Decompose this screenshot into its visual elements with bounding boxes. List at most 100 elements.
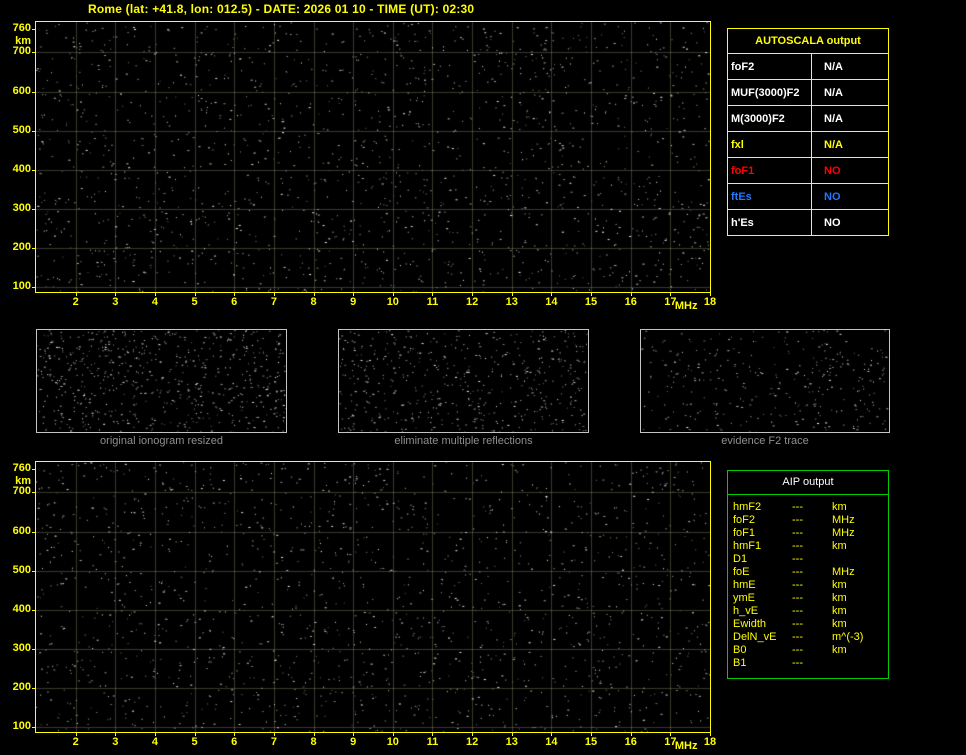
x-axis-tick — [154, 733, 156, 736]
x-axis-label: 15 — [584, 736, 598, 748]
x-axis-tick — [392, 293, 394, 296]
aip-row: foE --- MHz — [728, 566, 888, 579]
x-axis-tick — [551, 293, 553, 296]
x-axis-label: 8 — [310, 296, 317, 308]
thumbnail-original-ionogram — [36, 329, 287, 433]
aip-value: --- — [792, 514, 803, 526]
x-axis-label: 7 — [270, 736, 277, 748]
x-axis-tick — [313, 293, 315, 296]
param-cell: foF1 — [727, 157, 812, 184]
param-cell: M(3000)F2 — [727, 105, 812, 132]
x-axis-label: 18 — [703, 736, 717, 748]
x-axis-tick — [670, 293, 672, 296]
y-axis-label: 400 — [12, 602, 31, 615]
x-axis-label: 15 — [584, 296, 598, 308]
x-axis-tick — [710, 293, 711, 296]
x-axis-label: 5 — [191, 736, 198, 748]
aip-unit: km — [832, 644, 847, 656]
aip-param: foF2 — [733, 514, 756, 526]
aip-table-header: AIP output — [728, 471, 888, 495]
value-cell: NO — [811, 157, 889, 184]
x-axis-tick — [591, 293, 593, 296]
value-cell: N/A — [811, 131, 889, 158]
thumbnail-caption-original: original ionogram resized — [100, 435, 223, 447]
value-cell: N/A — [811, 53, 889, 80]
x-axis-tick — [273, 293, 275, 296]
aip-param: D1 — [733, 553, 748, 565]
x-axis-label: 11 — [426, 736, 439, 748]
aip-unit: km — [832, 579, 847, 591]
x-axis-tick — [313, 733, 315, 736]
x-axis-tick — [75, 733, 77, 736]
aip-unit — [832, 657, 888, 670]
y-axis-tick — [32, 727, 35, 728]
y-axis-label: 500 — [12, 563, 31, 576]
x-axis-tick — [194, 733, 196, 736]
y-axis-label: 760 — [12, 22, 31, 34]
thumbnail-caption-multiple-reflections: eliminate multiple reflections — [394, 435, 533, 447]
y-axis-tick — [32, 91, 35, 93]
aip-unit: MHz — [832, 566, 855, 578]
table-row: foF1 NO — [727, 157, 889, 184]
param-cell: fxl — [727, 131, 812, 158]
x-axis-tick — [154, 293, 156, 296]
autoscala-output-table: AUTOSCALA output foF2 N/A MUF(3000)F2 N/A M(… — [727, 28, 889, 236]
y-axis-tick — [32, 469, 35, 470]
aip-value: --- — [792, 644, 803, 656]
x-axis-label: 7 — [270, 296, 277, 308]
y-axis-tick — [32, 492, 35, 494]
aip-row: foF1 --- MHz — [728, 527, 888, 540]
aip-param: hmF2 — [733, 501, 762, 513]
aip-param: foF1 — [733, 527, 756, 539]
x-axis-tick — [234, 293, 236, 296]
y-axis-tick — [32, 29, 35, 30]
aip-value: --- — [792, 566, 803, 578]
y-axis-tick — [32, 648, 35, 650]
x-axis-tick — [472, 733, 474, 736]
x-axis-tick — [472, 293, 474, 296]
aip-value: --- — [792, 540, 803, 552]
y-axis-tick — [32, 287, 35, 288]
y-axis-label: 100 — [12, 280, 31, 292]
y-axis-tick — [32, 130, 35, 132]
aip-value: --- — [792, 553, 803, 565]
aip-unit: km — [832, 540, 847, 552]
x-axis-tick — [630, 293, 632, 296]
y-axis-tick — [32, 531, 35, 533]
aip-unit — [832, 553, 888, 566]
y-axis-label: 700 — [12, 485, 31, 498]
x-axis-tick — [670, 733, 672, 736]
aip-param: foE — [733, 566, 750, 578]
x-axis-label: 14 — [545, 736, 558, 748]
x-axis-label: 5 — [191, 296, 198, 308]
x-axis-unit-label: MHz — [674, 740, 698, 752]
aip-param: hmF1 — [733, 540, 762, 552]
table-row: M(3000)F2 N/A — [727, 105, 889, 132]
x-axis-tick — [75, 293, 77, 296]
x-axis-label: 2 — [72, 296, 79, 308]
x-axis-label: 4 — [151, 296, 158, 308]
x-axis-tick — [353, 733, 355, 736]
aip-unit: m^(-3) — [832, 631, 864, 643]
table-header-row: AUTOSCALA output — [727, 28, 889, 54]
thumbnail-f2-trace-canvas — [641, 330, 889, 432]
aip-param: Ewidth — [733, 618, 767, 630]
aip-unit: km — [832, 618, 847, 630]
x-axis-label: 3 — [112, 736, 119, 748]
aip-row: hmE --- km — [728, 579, 888, 592]
x-axis-label: 10 — [386, 296, 399, 308]
autoscala-table-header: AUTOSCALA output — [727, 28, 889, 54]
param-cell: h'Es — [727, 209, 812, 236]
x-axis-label: 6 — [231, 736, 238, 748]
aip-row: foF2 --- MHz — [728, 514, 888, 527]
x-axis-tick — [194, 293, 196, 296]
table-row: fxl N/A — [727, 131, 889, 158]
aip-unit: MHz — [832, 514, 855, 526]
aip-value: --- — [792, 592, 803, 604]
y-axis-tick — [32, 208, 35, 210]
aip-param: DelN_vE — [733, 631, 777, 643]
x-axis-label: 16 — [624, 296, 637, 308]
aip-value: --- — [792, 657, 803, 669]
aip-row: DelN_vE --- m^(-3) — [728, 631, 888, 644]
aip-row: h_vE --- km — [728, 605, 888, 618]
